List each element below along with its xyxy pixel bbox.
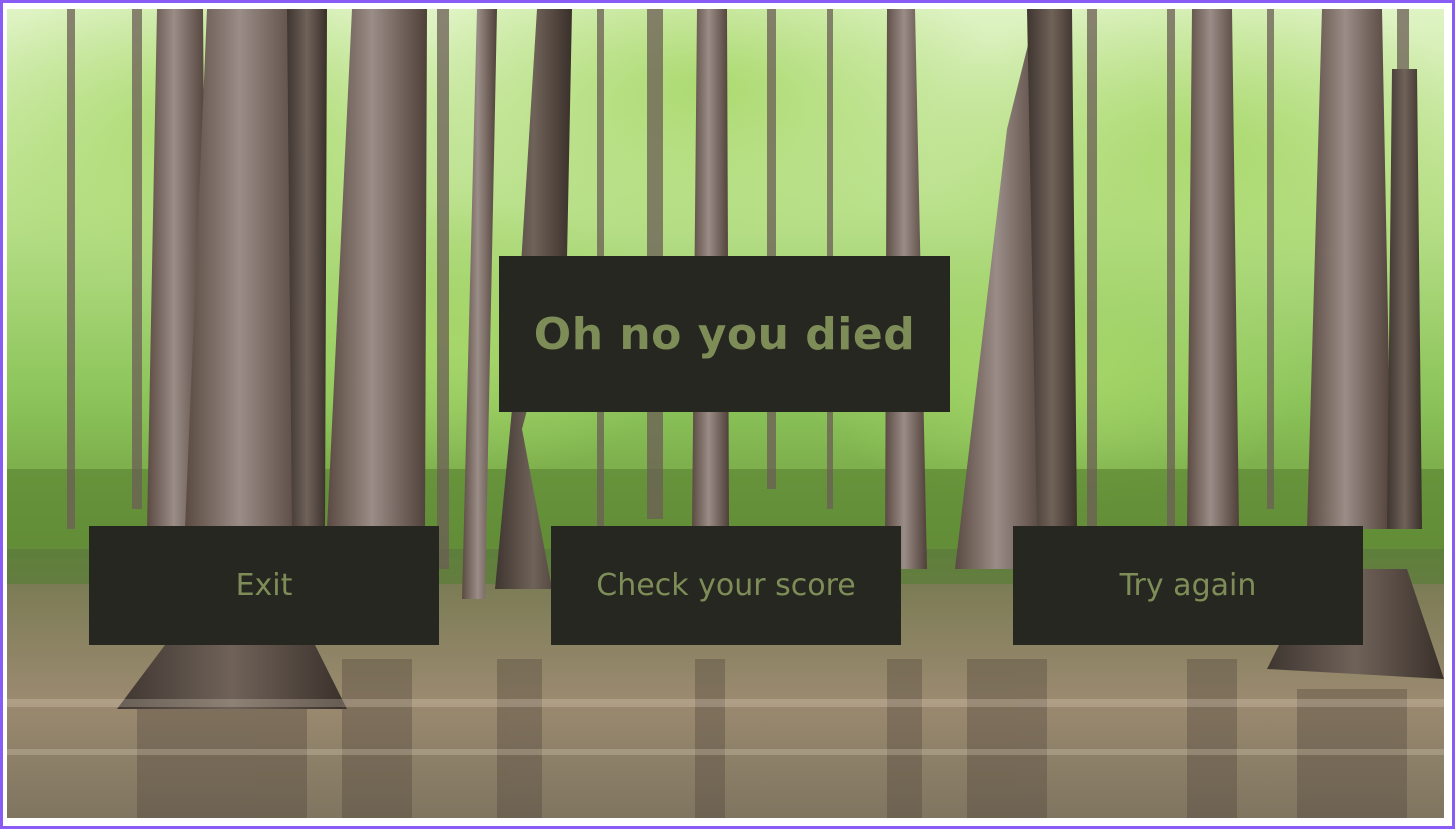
swamp-illustration [7,9,1444,818]
game-over-title: Oh no you died [533,308,916,360]
check-score-button-label: Check your score [596,568,856,603]
swamp-background [7,9,1444,818]
check-score-button[interactable]: Check your score [551,526,901,645]
exit-button-label: Exit [235,568,293,603]
try-again-button[interactable]: Try again [1013,526,1363,645]
game-over-banner: Oh no you died [499,256,950,412]
exit-button[interactable]: Exit [89,526,439,645]
try-again-button-label: Try again [1119,568,1257,603]
